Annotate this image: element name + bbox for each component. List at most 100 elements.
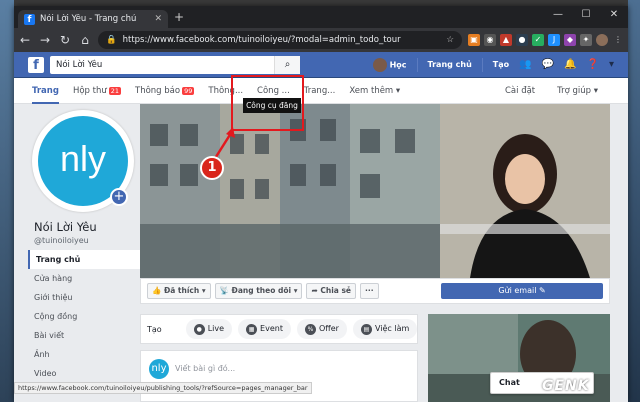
window-controls: — ☐ ✕ — [544, 6, 628, 24]
forward-icon[interactable]: → — [38, 33, 52, 47]
composer-avatar: nly — [149, 359, 169, 379]
extension-icon[interactable]: ◆ — [564, 34, 576, 46]
search-icon[interactable]: ⌕ — [274, 55, 300, 74]
offer-button[interactable]: % Offer — [296, 319, 347, 339]
menu-item-home[interactable]: Trang chủ — [28, 250, 148, 269]
tab-notifications-label: Thông báo — [135, 85, 181, 96]
home-icon[interactable]: ⌂ — [78, 33, 92, 47]
minimize-icon[interactable]: — — [544, 6, 572, 24]
step-number-badge: 1 — [200, 156, 224, 180]
address-bar[interactable]: 🔒 https://www.facebook.com/tuinoiloiyeu/… — [98, 31, 462, 49]
friends-icon[interactable]: 👥 — [519, 59, 531, 70]
messenger-icon[interactable]: 💬 — [542, 59, 554, 70]
page-menu: Trang chủ Cửa hàng Giới thiệu Cộng đồng … — [28, 250, 148, 383]
reload-icon[interactable]: ↻ — [58, 33, 72, 47]
extensions-area: ▣ ◉ ▲ ● ✓ J ◆ ✦ ⋮ — [468, 34, 624, 46]
tab-settings[interactable]: Cài đặt — [505, 86, 535, 96]
page-actions-bar: 👍 Đã thích ▾ 📡 Đang theo dõi ▾ ➦ Chia sẻ… — [140, 278, 610, 304]
menu-dots-icon[interactable]: ⋮ — [612, 34, 624, 46]
share-label: Chia sẻ — [320, 286, 352, 295]
extension-icon[interactable]: ✓ — [532, 34, 544, 46]
post-composer[interactable]: nly Viết bài gì đó... — [140, 350, 418, 402]
avatar — [372, 57, 387, 72]
live-button[interactable]: ● Live — [185, 319, 233, 339]
tab-close-icon[interactable]: ✕ — [154, 14, 162, 24]
tab-page[interactable]: Trang — [32, 78, 59, 104]
profile-avatar[interactable] — [596, 34, 608, 46]
add-photo-icon[interactable]: + — [110, 188, 128, 206]
inbox-badge: 21 — [108, 86, 122, 95]
camera-extension-icon[interactable]: ◉ — [484, 34, 496, 46]
divider — [416, 57, 418, 72]
menu-item-community[interactable]: Cộng đồng — [28, 307, 148, 326]
menu-item-posts[interactable]: Bài viết — [28, 326, 148, 345]
maximize-icon[interactable]: ☐ — [572, 6, 600, 24]
tab-help[interactable]: Trợ giúp ▾ — [557, 86, 598, 96]
search-value: Nói Lời Yêu — [56, 59, 103, 70]
tab-page-quality[interactable]: Trang... — [304, 86, 336, 96]
event-label: Event — [260, 324, 283, 333]
extension-icon[interactable]: ▣ — [468, 34, 480, 46]
share-button[interactable]: ➦ Chia sẻ — [306, 283, 357, 299]
extension-icon[interactable]: ● — [516, 34, 528, 46]
page-name[interactable]: Nói Lời Yêu — [34, 220, 97, 234]
create-label: Tạo — [147, 324, 162, 334]
following-button[interactable]: 📡 Đang theo dõi ▾ — [214, 283, 303, 299]
menu-item-shop[interactable]: Cửa hàng — [28, 269, 148, 288]
facebook-header: f Nói Lời Yêu ⌕ Học Trang chủ Tạo 👥 💬 🔔 … — [14, 52, 628, 78]
tabs-right: Cài đặt Trợ giúp ▾ — [505, 86, 628, 96]
menu-item-videos[interactable]: Video — [28, 364, 148, 383]
tab-strip: f Nói Lời Yêu - Trang chủ ✕ + — ☐ ✕ — [14, 6, 628, 28]
page-content: nly + Nói Lời Yêu @tuinoiloiyeu Trang ch… — [14, 104, 628, 402]
event-button[interactable]: ▦ Event — [238, 319, 291, 339]
url-text: https://www.facebook.com/tuinoiloiyeu/?m… — [122, 35, 401, 45]
offer-icon: % — [304, 324, 316, 335]
new-tab-button[interactable]: + — [174, 10, 184, 24]
help-icon[interactable]: ❓ — [587, 59, 599, 70]
job-button[interactable]: ▤ Việc làm — [352, 319, 418, 339]
puzzle-icon[interactable]: ✦ — [580, 34, 592, 46]
menu-item-about[interactable]: Giới thiệu — [28, 288, 148, 307]
notifications-badge: 99 — [182, 86, 195, 95]
offer-label: Offer — [318, 324, 339, 333]
liked-label: Đã thích — [163, 286, 200, 295]
desktop-left-edge — [0, 0, 14, 402]
briefcase-icon: ▤ — [360, 324, 372, 335]
tab-inbox[interactable]: Hộp thư 21 — [72, 85, 122, 96]
composer-placeholder[interactable]: Viết bài gì đó... — [175, 364, 235, 373]
facebook-logo-icon[interactable]: f — [28, 56, 44, 73]
home-link[interactable]: Trang chủ — [428, 60, 472, 69]
lock-icon: 🔒 — [106, 35, 117, 45]
page-handle[interactable]: @tuinoiloiyeu — [34, 236, 89, 245]
account-menu-icon[interactable]: ▾ — [609, 59, 614, 70]
more-options-button[interactable]: ··· — [360, 283, 379, 299]
search-input[interactable]: Nói Lời Yêu ⌕ — [50, 55, 300, 74]
extension-icon[interactable]: ▲ — [500, 34, 512, 46]
tab-more-label: Xem thêm — [349, 85, 394, 96]
send-email-button[interactable]: Gửi email ✎ — [441, 283, 603, 299]
bookmark-star-icon[interactable]: ☆ — [446, 35, 454, 45]
live-label: Live — [207, 324, 225, 333]
divider — [481, 57, 483, 72]
menu-item-photos[interactable]: Ảnh — [28, 345, 148, 364]
status-bar-url: https://www.facebook.com/tuinoiloiyeu/pu… — [14, 382, 312, 394]
job-label: Việc làm — [374, 324, 410, 333]
back-icon[interactable]: ← — [18, 33, 32, 47]
create-link[interactable]: Tạo — [493, 60, 509, 69]
profile-picture[interactable]: nly + — [32, 110, 134, 212]
browser-tab[interactable]: f Nói Lời Yêu - Trang chủ ✕ — [18, 10, 168, 28]
tab-notifications[interactable]: Thông báo 99 — [135, 85, 195, 96]
profile-link[interactable]: Học — [372, 57, 407, 72]
create-bar: Tạo ● Live ▦ Event % Offer ▤ Việc làm — [140, 314, 418, 344]
tab-inbox-label: Hộp thư — [72, 85, 107, 96]
header-nav: Học Trang chủ Tạo 👥 💬 🔔 ❓ ▾ — [372, 57, 628, 72]
notifications-icon[interactable]: 🔔 — [564, 59, 576, 70]
extension-icon[interactable]: J — [548, 34, 560, 46]
tab-more[interactable]: Xem thêm ▾ — [349, 86, 400, 96]
tab-help-label: Trợ giúp — [557, 85, 592, 96]
close-window-icon[interactable]: ✕ — [600, 6, 628, 24]
following-label: Đang theo dõi — [231, 286, 292, 295]
liked-button[interactable]: 👍 Đã thích ▾ — [147, 283, 211, 299]
desktop-right-edge — [628, 0, 640, 402]
watermark: GENK — [542, 378, 590, 394]
